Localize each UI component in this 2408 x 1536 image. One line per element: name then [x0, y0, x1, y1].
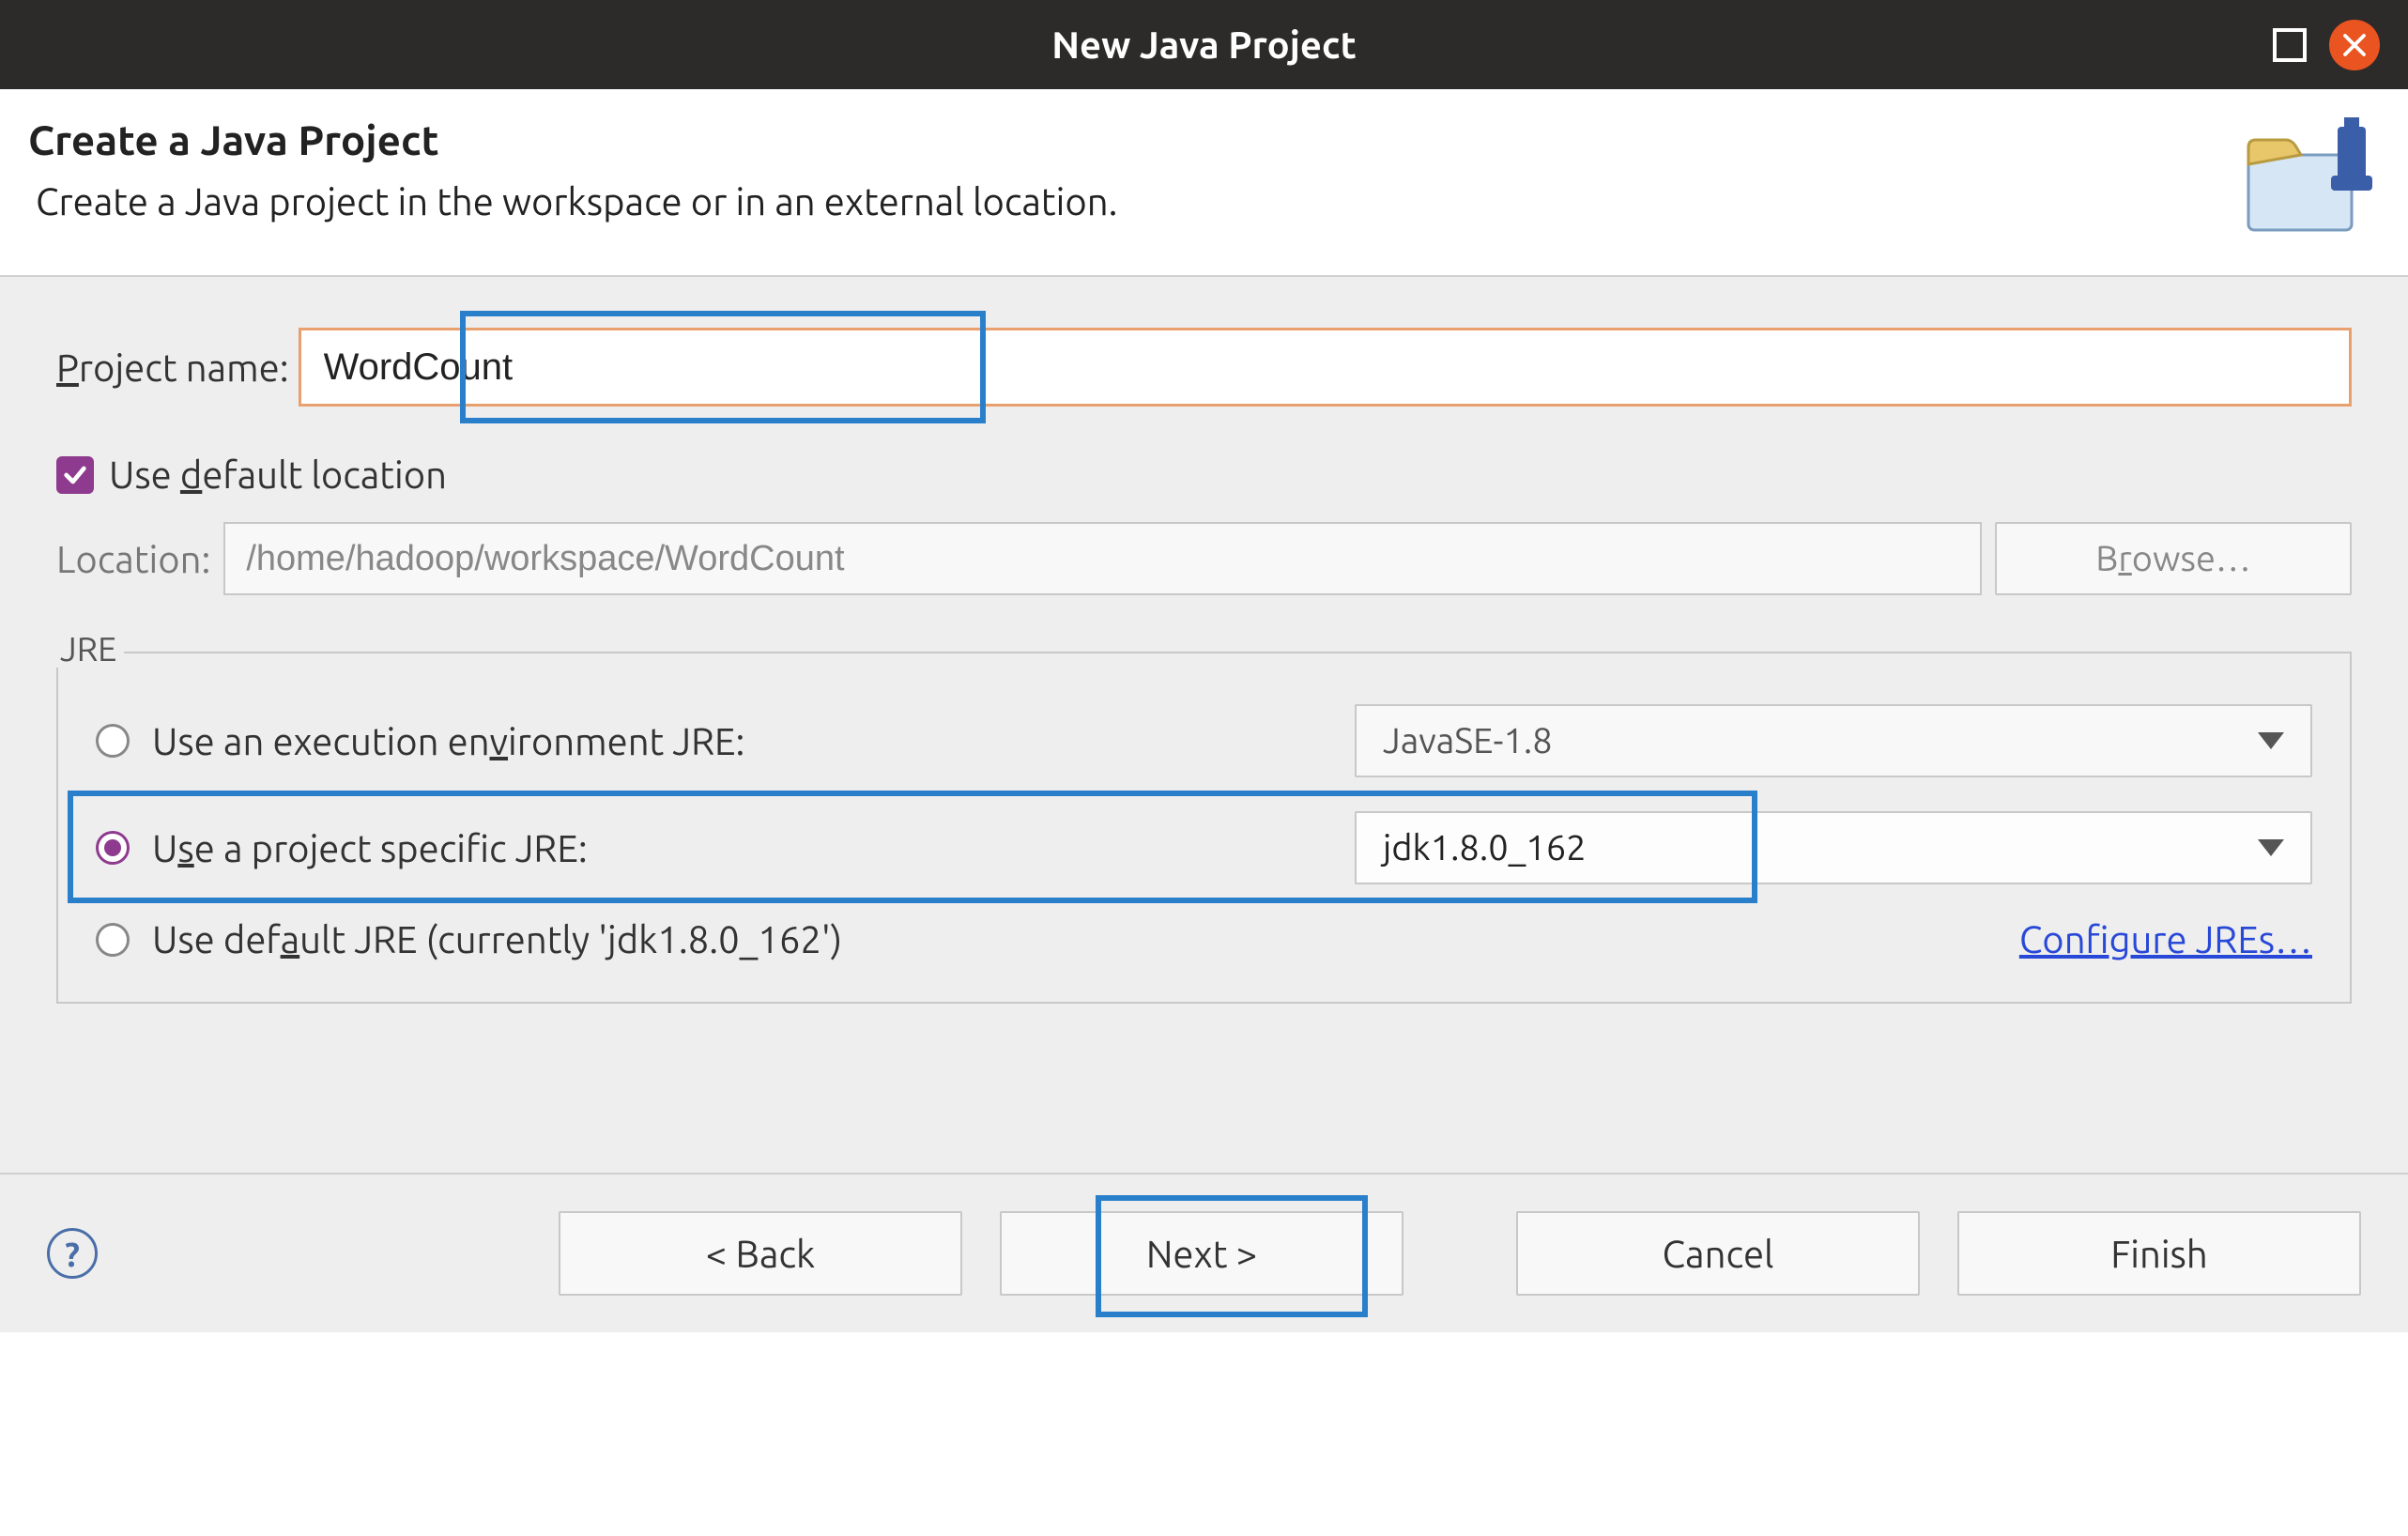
- jre-project-specific-label: Use a project specific JRE:: [152, 827, 588, 869]
- browse-button[interactable]: Browse…: [1995, 522, 2352, 595]
- project-name-label: Project name:: [56, 346, 289, 389]
- titlebar: New Java Project: [0, 0, 2408, 89]
- jre-legend: JRE: [53, 629, 124, 668]
- window-controls: [2273, 20, 2380, 70]
- jre-execution-env-label: Use an execution environment JRE:: [152, 720, 744, 762]
- use-default-location-row: Use default location: [56, 453, 2352, 496]
- window-title: New Java Project: [1051, 23, 1357, 66]
- project-name-input[interactable]: [299, 328, 2352, 407]
- page-subtitle: Create a Java project in the workspace o…: [36, 180, 1117, 223]
- jre-execution-env-dropdown[interactable]: JavaSE-1.8: [1355, 704, 2312, 777]
- location-row: Location: Browse…: [56, 522, 2352, 595]
- wizard-content: Project name: Use default location Locat…: [0, 277, 2408, 1004]
- spacer: [0, 1004, 2408, 1173]
- jre-project-specific-dropdown[interactable]: jdk1.8.0_162: [1355, 811, 2312, 884]
- footer-buttons: < Back Next > Cancel Finish: [559, 1211, 2361, 1296]
- use-default-location-label: Use default location: [109, 453, 447, 496]
- use-default-location-checkbox[interactable]: [56, 456, 94, 494]
- location-input: [223, 522, 1982, 595]
- jre-project-specific-row: Use a project specific JRE: jdk1.8.0_162: [96, 794, 2312, 901]
- jre-group: JRE Use an execution environment JRE: Ja…: [56, 652, 2352, 1004]
- finish-button[interactable]: Finish: [1957, 1211, 2361, 1296]
- configure-jres-link[interactable]: Configure JREs…: [2019, 918, 2312, 960]
- wizard-header-text: Create a Java Project Create a Java proj…: [28, 117, 1117, 223]
- close-icon[interactable]: [2329, 20, 2380, 70]
- wizard-footer: ? < Back Next > Cancel Finish: [0, 1173, 2408, 1332]
- page-title: Create a Java Project: [28, 117, 1117, 163]
- jre-project-specific-radio[interactable]: [96, 831, 130, 865]
- jre-execution-env-row: Use an execution environment JRE: JavaSE…: [96, 704, 2312, 777]
- location-label: Location:: [56, 538, 210, 580]
- chevron-down-icon: [2258, 732, 2284, 749]
- cancel-button[interactable]: Cancel: [1516, 1211, 1920, 1296]
- help-icon[interactable]: ?: [47, 1228, 98, 1279]
- jre-default-label: Use default JRE (currently 'jdk1.8.0_162…: [152, 918, 842, 960]
- jre-default-radio[interactable]: [96, 923, 130, 957]
- jre-default-row: Use default JRE (currently 'jdk1.8.0_162…: [96, 918, 2312, 960]
- wizard-icon: [2230, 117, 2380, 253]
- maximize-icon[interactable]: [2273, 28, 2307, 62]
- chevron-down-icon: [2258, 839, 2284, 856]
- wizard-header: Create a Java Project Create a Java proj…: [0, 89, 2408, 277]
- jre-execution-env-radio[interactable]: [96, 724, 130, 758]
- next-button[interactable]: Next >: [1000, 1211, 1403, 1296]
- back-button[interactable]: < Back: [559, 1211, 962, 1296]
- project-name-row: Project name:: [56, 328, 2352, 407]
